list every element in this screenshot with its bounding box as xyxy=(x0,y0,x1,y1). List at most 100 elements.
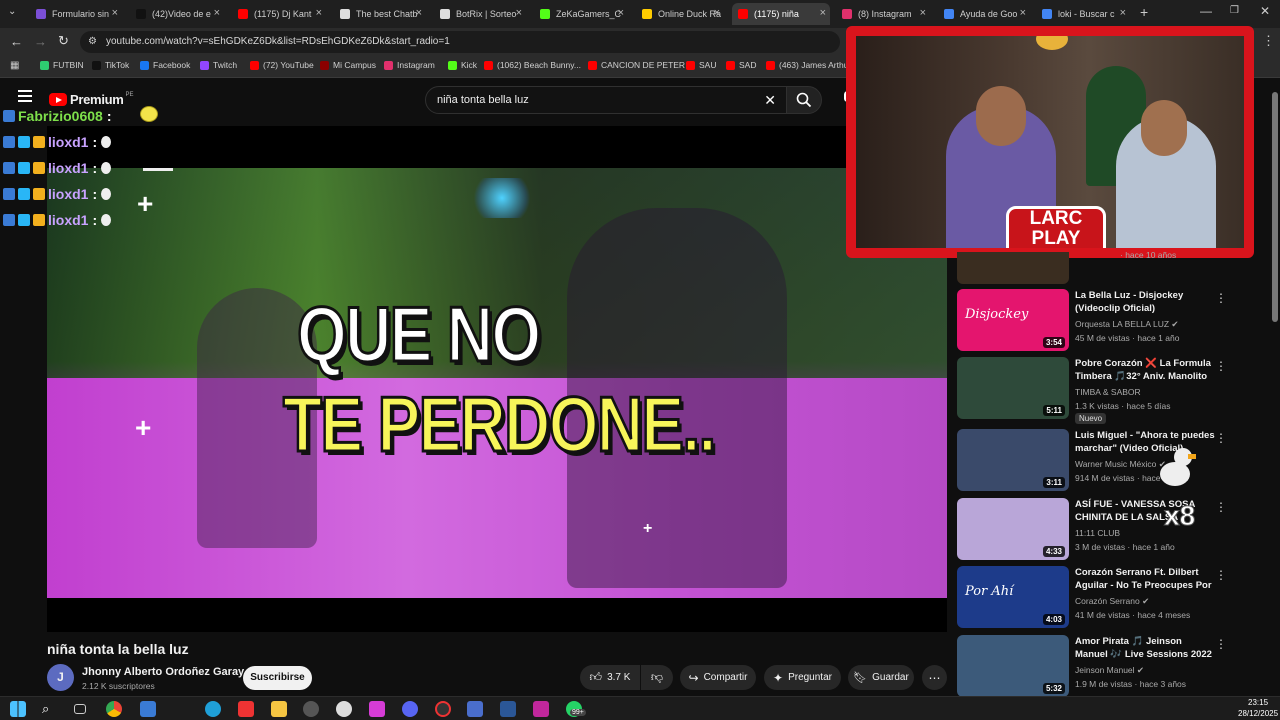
close-tab-icon[interactable]: × xyxy=(1020,7,1026,19)
bookmark-link[interactable]: Instagram xyxy=(384,60,435,70)
video-thumbnail[interactable]: 5:32 xyxy=(957,635,1069,697)
recommendation-channel[interactable]: 11:11 CLUB xyxy=(1075,528,1120,538)
video-thumbnail[interactable]: Por Ahí 4:03 xyxy=(957,566,1069,628)
close-window-button[interactable]: ✕ xyxy=(1260,4,1270,18)
recommendation-title[interactable]: Amor Pirata 🎵 Jeinson Manuel 🎶 Live Sess… xyxy=(1075,635,1215,661)
recommendation-item[interactable]: 3:11 Luis Miguel - "Ahora te puedes march… xyxy=(957,429,1257,491)
browser-tab[interactable]: loki - Buscar c × xyxy=(1036,3,1130,25)
close-tab-icon[interactable]: × xyxy=(516,7,522,19)
app-taskbar-icon-white[interactable] xyxy=(336,701,352,717)
windows-start-icon[interactable] xyxy=(10,701,26,717)
edge-taskbar-icon[interactable] xyxy=(205,701,221,717)
recommendation-item[interactable]: Disjockey 3:54 La Bella Luz - Disjockey (V… xyxy=(957,289,1257,351)
app-taskbar-icon-red[interactable] xyxy=(238,701,254,717)
close-tab-icon[interactable]: × xyxy=(316,7,322,19)
recommendation-title[interactable]: La Bella Luz - Disjockey (Videoclip Ofic… xyxy=(1075,289,1215,315)
bookmark-link[interactable]: Facebook xyxy=(140,60,190,70)
close-tab-icon[interactable]: × xyxy=(618,7,624,19)
browser-tab[interactable]: (1175) Dj Kant × xyxy=(232,3,326,25)
recommendation-channel[interactable]: Orquesta LA BELLA LUZ ✔ xyxy=(1075,319,1179,330)
more-options-icon[interactable]: ⋮ xyxy=(1215,291,1227,305)
word-taskbar-icon[interactable] xyxy=(500,701,516,717)
save-button[interactable]: 🔖︎ Guardar xyxy=(848,665,914,690)
scrollbar[interactable] xyxy=(1272,92,1278,322)
menu-hamburger-icon[interactable] xyxy=(18,90,32,102)
app-taskbar-icon-magenta[interactable] xyxy=(533,701,549,717)
browser-tab[interactable]: (42)Video de e × xyxy=(130,3,224,25)
taskbar-search-icon[interactable]: ⌕ xyxy=(42,701,58,717)
more-options-icon[interactable]: ⋮ xyxy=(1215,637,1227,651)
search-button[interactable] xyxy=(786,86,822,114)
share-button[interactable]: ↪ Compartir xyxy=(680,665,756,690)
recommendation-channel[interactable]: TIMBA & SABOR xyxy=(1075,387,1141,397)
browser-tab[interactable]: Formulario sin × xyxy=(30,3,122,25)
recommendation-title[interactable]: Pobre Corazón ❌ La Formula Timbera 🎵32° … xyxy=(1075,357,1215,383)
maximize-window-button[interactable]: ❐ xyxy=(1230,5,1239,16)
close-tab-icon[interactable]: × xyxy=(714,7,720,19)
video-thumbnail[interactable]: 3:11 xyxy=(957,429,1069,491)
app-taskbar-icon-arc[interactable] xyxy=(303,701,319,717)
browser-tab[interactable]: ZeKaGamers_C × xyxy=(534,3,628,25)
dislike-button[interactable]: 👎︎ xyxy=(641,665,673,690)
bookmark-link[interactable]: CANCION DE PETER xyxy=(588,60,685,70)
recommendation-item[interactable]: 5:11 Pobre Corazón ❌ La Formula Timbera 🎵… xyxy=(957,357,1257,424)
video-thumbnail[interactable]: 5:11 xyxy=(957,357,1069,419)
chrome-taskbar-icon[interactable] xyxy=(106,701,122,717)
video-thumbnail[interactable]: Disjockey 3:54 xyxy=(957,289,1069,351)
channel-name[interactable]: Jhonny Alberto Ordoñez Garay xyxy=(82,666,244,678)
discord-taskbar-icon[interactable] xyxy=(402,701,418,717)
close-tab-icon[interactable]: × xyxy=(214,7,220,19)
bookmark-link[interactable]: SAU xyxy=(686,60,716,70)
bookmark-link[interactable]: (1062) Beach Bunny... xyxy=(484,60,581,70)
youtube-logo[interactable]: Premium PE xyxy=(49,92,134,107)
channel-avatar[interactable]: J xyxy=(47,664,74,691)
more-options-icon[interactable]: ⋮ xyxy=(1215,431,1227,445)
recommendation-item[interactable]: Por Ahí 4:03 Corazón Serrano Ft. Dilbert A… xyxy=(957,566,1257,628)
close-tab-icon[interactable]: × xyxy=(1120,7,1126,19)
like-button[interactable]: 👍︎ 3.7 K xyxy=(580,665,640,690)
browser-tab[interactable]: BotRix | Sorteo × xyxy=(434,3,526,25)
address-bar[interactable]: ⚙ youtube.com/watch?v=sEhGDKeZ6Dk&list=R… xyxy=(80,31,840,53)
browser-tab[interactable]: (1175) niña × xyxy=(732,3,830,25)
bookmark-link[interactable]: Kick xyxy=(448,60,477,70)
store-taskbar-icon[interactable] xyxy=(140,701,156,717)
browser-tab[interactable]: Online Duck Ra × xyxy=(636,3,724,25)
video-thumbnail[interactable]: 4:33 xyxy=(957,498,1069,560)
clock-date[interactable]: 28/12/2025 xyxy=(1238,709,1278,718)
more-options-icon[interactable]: ⋮ xyxy=(1215,500,1227,514)
more-actions-button[interactable]: ⋯ xyxy=(922,665,947,690)
clear-search-icon[interactable]: ✕ xyxy=(764,87,776,113)
bookmark-link[interactable]: SAD xyxy=(726,60,756,70)
video-player[interactable]: + + + QUE NO TE PERDONE.. xyxy=(47,126,947,632)
recommendation-title[interactable]: Corazón Serrano Ft. Dilbert Aguilar - No… xyxy=(1075,566,1215,592)
task-view-icon[interactable] xyxy=(74,704,86,714)
recommendation-item[interactable]: 4:33 ASÍ FUE - VANESSA SOSA CHINITA DE LA… xyxy=(957,498,1257,560)
bookmark-link[interactable]: Twitch xyxy=(200,60,237,70)
reload-icon[interactable]: ↻ xyxy=(58,33,69,49)
apps-grid-icon[interactable]: ▦ xyxy=(10,60,19,71)
browser-tab[interactable]: Ayuda de Goo × xyxy=(938,3,1030,25)
new-tab-button[interactable]: + xyxy=(1140,4,1148,20)
calculator-taskbar-icon[interactable] xyxy=(467,701,483,717)
search-input[interactable]: niña tonta bella luz ✕ xyxy=(425,86,787,114)
minimize-window-button[interactable]: — xyxy=(1200,4,1212,18)
back-icon[interactable]: ← xyxy=(10,34,23,49)
close-tab-icon[interactable]: × xyxy=(920,7,926,19)
more-options-icon[interactable]: ⋮ xyxy=(1215,359,1227,373)
close-tab-icon[interactable]: × xyxy=(416,7,422,19)
tab-search-chevron-icon[interactable]: ⌄ xyxy=(8,6,16,17)
close-tab-icon[interactable]: × xyxy=(820,7,826,19)
browser-tab[interactable]: (8) Instagram × xyxy=(836,3,930,25)
browser-tab[interactable]: The best Chatb × xyxy=(334,3,426,25)
ask-button[interactable]: ✦ Preguntar xyxy=(764,665,841,690)
app-taskbar-icon-ball[interactable] xyxy=(435,701,451,717)
recommendation-channel[interactable]: Corazón Serrano ✔ xyxy=(1075,596,1149,607)
close-tab-icon[interactable]: × xyxy=(112,7,118,19)
app-taskbar-icon-pink[interactable] xyxy=(369,701,385,717)
bookmark-link[interactable]: FUTBIN xyxy=(40,60,84,70)
more-options-icon[interactable]: ⋮ xyxy=(1215,568,1227,582)
more-menu-icon[interactable]: ⋮ xyxy=(1262,33,1275,49)
bookmark-link[interactable]: Mi Campus xyxy=(320,60,376,70)
bookmark-link[interactable]: (463) James Arthur... xyxy=(766,60,858,70)
recommendation-item[interactable]: 5:32 Amor Pirata 🎵 Jeinson Manuel 🎶 Live … xyxy=(957,635,1257,697)
